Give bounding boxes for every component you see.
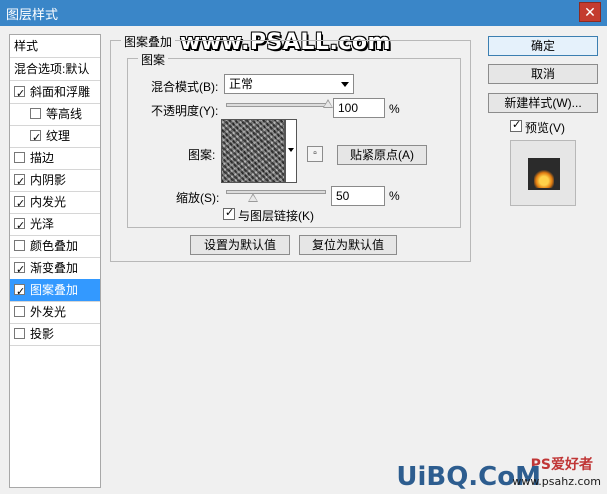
sidebar-item-label: 外发光 (30, 305, 67, 319)
sidebar-item-1[interactable]: 等高线 (10, 103, 100, 125)
scale-slider-thumb[interactable] (248, 193, 258, 202)
site-logo: PS爱好者 UiBQ.CoM www.psahz.com (396, 432, 601, 492)
sidebar-item-checkbox[interactable] (14, 171, 25, 193)
sidebar-item-label: 图案叠加 (30, 283, 79, 297)
sidebar-item-checkbox[interactable] (14, 281, 25, 303)
preview-label: 预览(V) (525, 121, 565, 135)
preview-checkbox[interactable] (510, 118, 522, 132)
group-title: 图案叠加 (121, 33, 176, 50)
sidebar-item-2[interactable]: 纹理 (10, 125, 100, 149)
preview-thumbnail (528, 158, 560, 190)
divider (10, 345, 100, 346)
pattern-picker-dropdown[interactable] (285, 119, 297, 183)
sidebar-item-6[interactable]: 光泽 (10, 213, 100, 237)
sidebar-item-checkbox[interactable] (14, 240, 25, 251)
pattern-label: 图案: (188, 148, 216, 162)
sidebar-item-checkbox[interactable] (14, 83, 25, 105)
sidebar-item-checkbox[interactable] (14, 259, 25, 281)
sidebar-item-10[interactable]: 外发光 (10, 301, 100, 323)
opacity-unit: % (389, 102, 400, 116)
subgroup-title: 图案 (138, 51, 169, 68)
window-title: 图层样式 (6, 7, 59, 22)
sidebar-header-label: 样式 (14, 39, 39, 53)
chevron-down-icon (341, 82, 349, 87)
ok-button[interactable]: 确定 (488, 36, 598, 56)
sidebar-item-checkbox[interactable] (30, 108, 41, 119)
opacity-label: 不透明度(Y): (151, 104, 219, 118)
new-preset-icon[interactable]: ▫ (307, 146, 323, 162)
link-with-layer-label: 与图层链接(K) (238, 209, 314, 223)
sidebar-item-label: 描边 (30, 151, 55, 165)
sidebar-item-label: 渐变叠加 (30, 261, 79, 275)
sidebar-item-checkbox[interactable] (14, 306, 25, 317)
opacity-input[interactable]: 100 (333, 98, 385, 118)
sidebar-item-label: 光泽 (30, 217, 55, 231)
sidebar-item-9[interactable]: 图案叠加 (10, 279, 100, 303)
sidebar-item-checkbox[interactable] (14, 193, 25, 215)
sidebar-item-7[interactable]: 颜色叠加 (10, 235, 100, 257)
styles-sidebar: 样式 混合选项:默认 斜面和浮雕等高线纹理描边内阴影内发光光泽颜色叠加渐变叠加图… (9, 34, 101, 488)
sidebar-header[interactable]: 样式 (10, 35, 100, 57)
scale-unit: % (389, 189, 400, 203)
reset-to-default-button[interactable]: 复位为默认值 (299, 235, 397, 255)
sidebar-item-0[interactable]: 斜面和浮雕 (10, 81, 100, 105)
pattern-swatch[interactable] (221, 119, 285, 183)
opacity-slider-thumb[interactable] (323, 99, 333, 108)
link-with-layer-checkbox[interactable] (223, 206, 235, 220)
scale-input[interactable]: 50 (331, 186, 385, 206)
close-button[interactable]: ✕ (579, 2, 601, 22)
sidebar-item-3[interactable]: 描边 (10, 147, 100, 169)
blend-mode-select[interactable]: 正常 (224, 74, 354, 94)
style-preview (510, 140, 576, 206)
sidebar-item-checkbox[interactable] (14, 215, 25, 237)
logo-site-text: www.psahz.com (512, 475, 601, 488)
sidebar-item-label: 内发光 (30, 195, 67, 209)
blend-mode-label: 混合模式(B): (151, 80, 219, 94)
cancel-button[interactable]: 取消 (488, 64, 598, 84)
make-default-button[interactable]: 设置为默认值 (190, 235, 290, 255)
sidebar-item-label: 混合选项:默认 (14, 62, 90, 76)
opacity-slider-track[interactable] (226, 103, 328, 107)
scale-label: 缩放(S): (176, 191, 220, 205)
sidebar-item-8[interactable]: 渐变叠加 (10, 257, 100, 281)
sidebar-item-5[interactable]: 内发光 (10, 191, 100, 215)
sidebar-item-label: 颜色叠加 (30, 239, 79, 253)
sidebar-item-label: 纹理 (46, 129, 71, 143)
sidebar-item-4[interactable]: 内阴影 (10, 169, 100, 193)
sidebar-item-checkbox[interactable] (14, 152, 25, 163)
title-bar: 图层样式 ✕ (0, 0, 607, 26)
snap-to-origin-button[interactable]: 贴紧原点(A) (337, 145, 427, 165)
sidebar-item-label: 等高线 (46, 107, 83, 121)
sidebar-item-checkbox[interactable] (30, 127, 41, 149)
sidebar-item-checkbox[interactable] (14, 328, 25, 339)
scale-slider-track[interactable] (226, 190, 326, 194)
sidebar-item-11[interactable]: 投影 (10, 323, 100, 345)
sidebar-item-label: 投影 (30, 327, 55, 341)
blend-mode-value: 正常 (229, 77, 254, 91)
sidebar-item-blend-options[interactable]: 混合选项:默认 (10, 58, 100, 80)
chevron-down-icon (288, 148, 294, 152)
sidebar-item-label: 斜面和浮雕 (30, 85, 91, 99)
new-style-button[interactable]: 新建样式(W)... (488, 93, 598, 113)
sidebar-item-label: 内阴影 (30, 173, 67, 187)
